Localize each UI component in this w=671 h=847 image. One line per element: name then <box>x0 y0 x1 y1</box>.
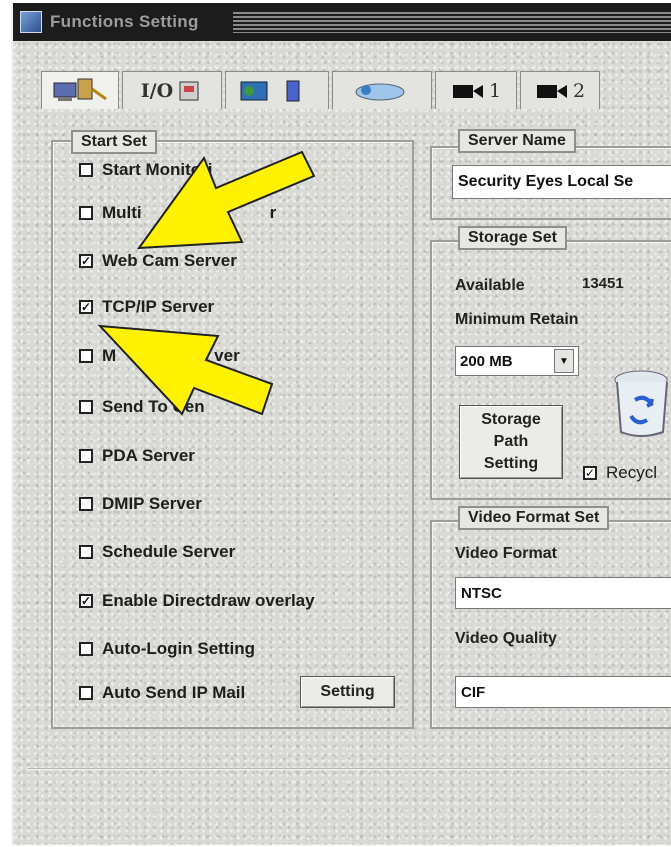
option-label: TCP/IP Server <box>102 297 215 316</box>
option-label: Auto-Login Setting <box>102 639 255 658</box>
checkbox[interactable]: ✓ <box>79 594 93 608</box>
bottom-divider <box>28 768 671 770</box>
server-name-legend: Server Name <box>458 129 576 153</box>
checkbox[interactable] <box>79 163 93 177</box>
available-label: Available <box>455 277 525 294</box>
tab-camera-2[interactable]: 2 <box>520 71 600 109</box>
option-label: Recycl <box>606 463 658 482</box>
pda-server-option[interactable]: PDA Server <box>79 446 195 466</box>
option-label: Auto Send IP Mail <box>102 683 246 702</box>
button-line: Path <box>493 433 529 450</box>
option-label: Enable Directdraw overlay <box>102 591 315 610</box>
storage-set-legend: Storage Set <box>458 226 567 250</box>
device-phone-icon <box>240 80 300 101</box>
minimum-retain-value: 200 MB <box>460 352 513 370</box>
directdraw-overlay-option[interactable]: ✓ Enable Directdraw overlay <box>79 591 315 611</box>
title-bar[interactable]: Functions Setting <box>13 3 671 41</box>
option-label: Schedule Server <box>102 542 236 561</box>
camera-icon <box>452 84 483 98</box>
available-value: 13451 <box>582 275 624 292</box>
title-bar-stripes <box>233 12 671 33</box>
checkbox[interactable]: ✓ <box>79 300 93 314</box>
tab-io-label: I/O <box>140 79 174 102</box>
io-icon <box>179 81 199 100</box>
ip-mail-setting-button[interactable]: Setting <box>300 676 395 708</box>
video-format-label: Video Format <box>455 545 557 562</box>
video-quality-select[interactable]: CIF <box>455 676 671 708</box>
minimum-retain-label: Minimum Retain <box>455 311 579 328</box>
auto-login-option[interactable]: Auto-Login Setting <box>79 639 255 659</box>
yellow-arrow-icon <box>97 324 274 416</box>
tab-camera-2-label: 2 <box>572 79 586 102</box>
button-line: Storage <box>481 411 541 428</box>
tab-devices[interactable] <box>225 71 329 109</box>
auto-send-ip-mail-option[interactable]: Auto Send IP Mail <box>79 683 245 703</box>
tab-strip: I/O 1 2 <box>41 71 603 111</box>
tab-io[interactable]: I/O <box>122 71 222 109</box>
window-title: Functions Setting <box>50 12 199 31</box>
option-label: DMIP Server <box>102 494 202 513</box>
video-quality-label: Video Quality <box>455 630 557 647</box>
server-name-input[interactable]: Security Eyes Local Se <box>452 165 671 199</box>
tab-cloud[interactable] <box>332 71 432 109</box>
tab-camera-1[interactable]: 1 <box>435 71 517 109</box>
checkbox[interactable] <box>79 686 93 700</box>
button-line: Setting <box>483 455 539 472</box>
checkbox[interactable] <box>79 206 93 220</box>
tab-camera-1-label: 1 <box>488 79 502 102</box>
recycle-bin-icon <box>614 370 668 437</box>
checkbox[interactable] <box>79 497 93 511</box>
storage-path-setting-button[interactable]: Storage Path Setting <box>459 405 563 479</box>
cloud-network-icon <box>355 83 405 100</box>
checkbox[interactable] <box>79 642 93 656</box>
yellow-arrow-icon <box>136 150 316 250</box>
checkbox[interactable]: ✓ <box>79 254 93 268</box>
video-format-legend: Video Format Set <box>458 506 610 530</box>
recycle-option[interactable]: ✓ Recycl <box>583 463 657 483</box>
tab-network[interactable] <box>41 71 119 109</box>
option-label: PDA Server <box>102 446 195 465</box>
schedule-server-option[interactable]: Schedule Server <box>79 542 235 562</box>
checkbox[interactable] <box>79 449 93 463</box>
checkbox[interactable] <box>79 545 93 559</box>
network-computers-icon <box>53 78 107 101</box>
minimum-retain-select[interactable]: 200 MB ▼ <box>455 346 579 376</box>
camera-icon <box>536 84 567 98</box>
dmip-server-option[interactable]: DMIP Server <box>79 494 202 514</box>
video-format-select[interactable]: NTSC <box>455 577 671 609</box>
tcpip-server-option[interactable]: ✓ TCP/IP Server <box>79 297 214 317</box>
checkbox[interactable]: ✓ <box>583 466 597 480</box>
chevron-down-icon[interactable]: ▼ <box>554 349 574 373</box>
app-icon <box>20 11 42 33</box>
